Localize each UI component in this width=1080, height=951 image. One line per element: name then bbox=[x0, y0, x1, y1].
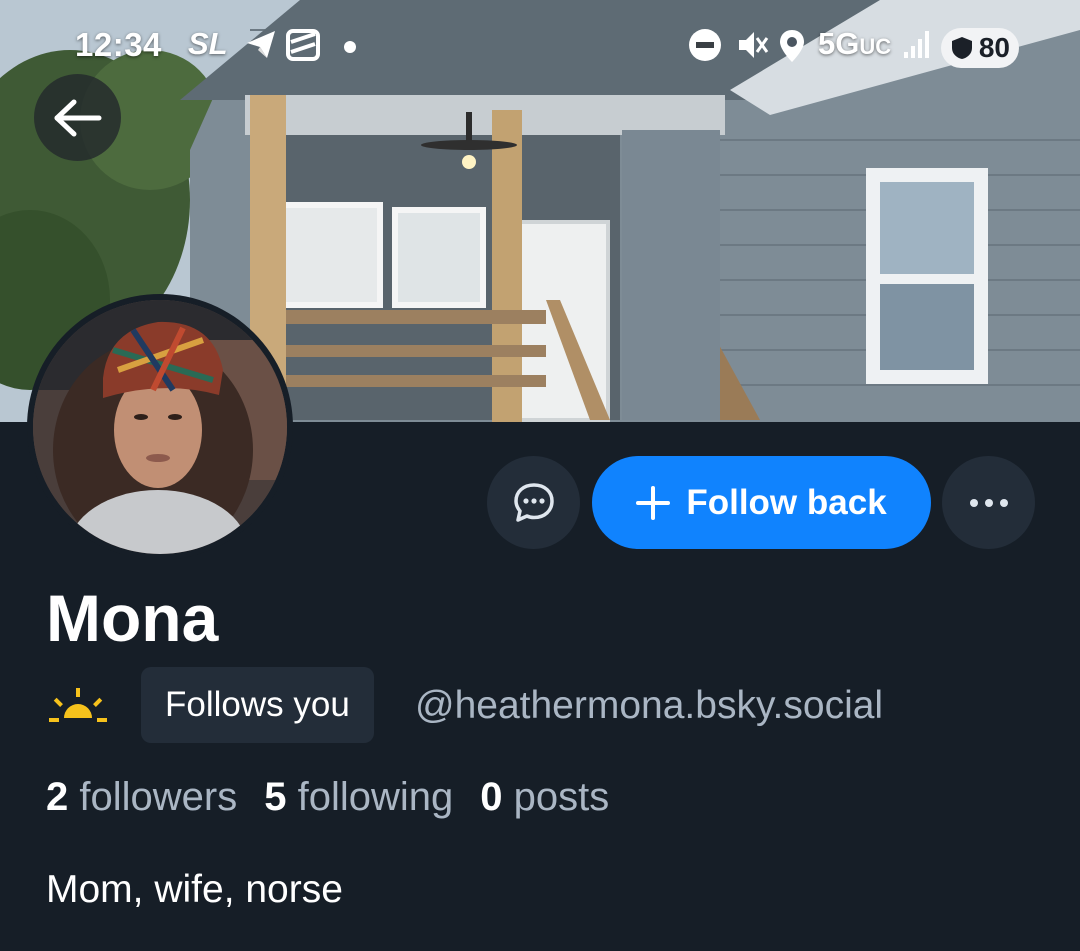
vibrate-icon bbox=[735, 28, 769, 67]
follow-back-label: Follow back bbox=[686, 482, 887, 522]
profile-stats: 2 followers 5 following 0 posts bbox=[46, 775, 609, 820]
dot-icon bbox=[343, 40, 357, 59]
more-options-button[interactable] bbox=[942, 456, 1035, 549]
posts-count: 0 bbox=[480, 775, 503, 819]
status-time: 12:34 bbox=[75, 26, 162, 63]
battery-icon: 80 bbox=[941, 28, 1019, 68]
follow-back-button[interactable]: Follow back bbox=[592, 456, 931, 549]
signal-icon bbox=[903, 28, 933, 65]
chat-bubble-icon bbox=[513, 482, 554, 522]
network-type: 5GUC bbox=[818, 26, 892, 61]
battery-level: 80 bbox=[978, 32, 1010, 63]
follows-you-label: Follows you bbox=[165, 685, 350, 724]
location-icon bbox=[778, 28, 806, 69]
do-not-disturb-icon bbox=[688, 28, 722, 67]
following-count: 5 bbox=[264, 775, 287, 819]
profile-bio: Mom, wife, norse bbox=[46, 868, 343, 911]
following-label: following bbox=[297, 775, 454, 819]
avatar-photo bbox=[33, 300, 287, 554]
follows-you-badge: Follows you bbox=[141, 667, 374, 743]
ellipsis-icon bbox=[969, 498, 1008, 507]
following-link[interactable]: 5 following bbox=[264, 775, 453, 820]
display-name: Mona bbox=[46, 581, 219, 655]
arrow-left-icon bbox=[54, 99, 101, 136]
followers-count: 2 bbox=[46, 775, 69, 819]
followers-link[interactable]: 2 followers bbox=[46, 775, 237, 820]
sunrise-icon bbox=[47, 688, 109, 729]
stack-icon bbox=[285, 28, 321, 67]
telegram-icon bbox=[245, 28, 277, 65]
followers-label: followers bbox=[79, 775, 238, 819]
back-button[interactable] bbox=[34, 74, 121, 161]
plus-icon bbox=[636, 485, 671, 520]
user-handle: @heathermona.bsky.social bbox=[415, 684, 884, 727]
avatar[interactable] bbox=[27, 294, 293, 560]
posts-count-item: 0 posts bbox=[480, 775, 609, 820]
message-button[interactable] bbox=[487, 456, 580, 549]
status-bar: 12:34 SL 5GUC 80 bbox=[0, 22, 1080, 76]
posts-label: posts bbox=[513, 775, 610, 819]
status-carrier: SL bbox=[188, 26, 228, 61]
